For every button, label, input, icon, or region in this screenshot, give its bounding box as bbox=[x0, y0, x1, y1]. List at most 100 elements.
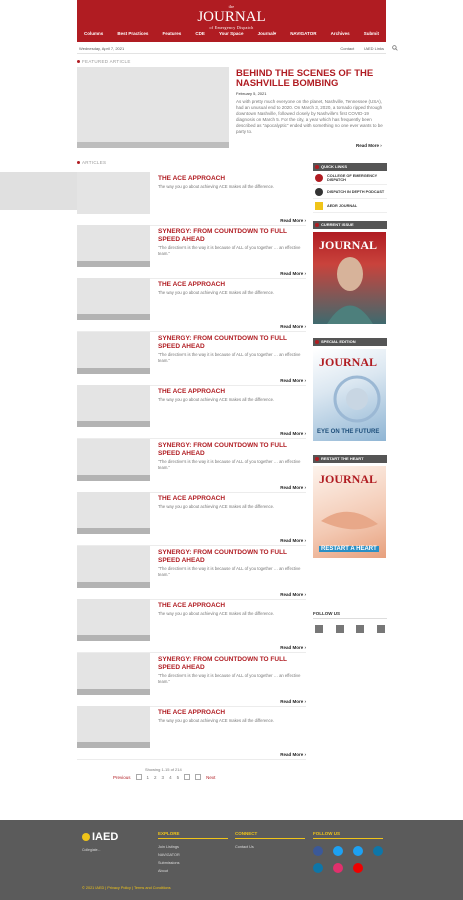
article-title[interactable]: SYNERGY: FROM COUNTDOWN TO FULL SPEED AH… bbox=[158, 335, 306, 350]
article-title[interactable]: THE ACE APPROACH bbox=[158, 709, 306, 717]
article-thumbnail[interactable] bbox=[77, 439, 150, 481]
footer-link[interactable]: Submissions bbox=[158, 859, 228, 867]
article-thumbnail[interactable] bbox=[77, 172, 150, 214]
first-page-icon[interactable] bbox=[135, 774, 142, 780]
youtube-icon[interactable] bbox=[353, 863, 363, 873]
read-more-link[interactable]: Read More › bbox=[280, 271, 306, 276]
current-issue-cover[interactable]: JOURNAL bbox=[313, 232, 386, 324]
read-more-link[interactable]: Read More › bbox=[280, 752, 306, 757]
footer-link[interactable]: About bbox=[158, 867, 228, 875]
page-link[interactable]: 1 bbox=[147, 775, 150, 780]
page-link[interactable]: 3 bbox=[162, 775, 165, 780]
article-thumbnail[interactable] bbox=[77, 278, 150, 320]
article-title[interactable]: THE ACE APPROACH bbox=[158, 388, 306, 396]
bullet-icon bbox=[77, 161, 80, 164]
search-icon[interactable] bbox=[392, 45, 398, 51]
article-thumbnail[interactable] bbox=[77, 653, 150, 695]
last-page-icon[interactable] bbox=[195, 774, 202, 780]
article-title[interactable]: SYNERGY: FROM COUNTDOWN TO FULL SPEED AH… bbox=[158, 656, 306, 671]
linkedin-icon[interactable] bbox=[373, 846, 383, 856]
twitter-icon[interactable] bbox=[333, 846, 343, 856]
article-thumbnail[interactable] bbox=[77, 492, 150, 534]
article-title[interactable]: THE ACE APPROACH bbox=[158, 175, 306, 183]
article-thumbnail[interactable] bbox=[77, 706, 150, 748]
article-excerpt: The way you go about achieving ACE makes… bbox=[158, 397, 275, 402]
journal-logo[interactable]: the JOURNAL of Emergency Dispatch bbox=[77, 4, 386, 30]
social-links bbox=[313, 625, 387, 633]
page-link[interactable]: 2 bbox=[154, 775, 157, 780]
nav-item[interactable]: Columns bbox=[84, 31, 103, 37]
article-title[interactable]: THE ACE APPROACH bbox=[158, 602, 306, 610]
article-excerpt: The way you go about achieving ACE makes… bbox=[158, 184, 275, 189]
facebook-icon[interactable] bbox=[335, 625, 344, 633]
featured-title[interactable]: BEHIND THE SCENES OF THE NASHVILLE BOMBI… bbox=[236, 69, 386, 89]
read-more-link[interactable]: Read More › bbox=[280, 592, 306, 597]
article-title[interactable]: THE ACE APPROACH bbox=[158, 281, 306, 289]
article-title[interactable]: SYNERGY: FROM COUNTDOWN TO FULL SPEED AH… bbox=[158, 549, 306, 564]
quick-link-podcast[interactable]: DISPATCH IN DEPTH PODCAST bbox=[313, 185, 387, 199]
quick-link-aedr[interactable]: AEDR JOURNAL bbox=[313, 199, 387, 213]
nav-item[interactable]: Journal▾ bbox=[258, 31, 277, 37]
nav-item[interactable]: Archives bbox=[331, 31, 350, 37]
cover-text: EYE ON THE FUTURE bbox=[317, 429, 380, 435]
facebook-icon[interactable] bbox=[313, 846, 323, 856]
article-title[interactable]: SYNERGY: FROM COUNTDOWN TO FULL SPEED AH… bbox=[158, 442, 306, 457]
article-title[interactable]: SYNERGY: FROM COUNTDOWN TO FULL SPEED AH… bbox=[158, 228, 306, 243]
nav-item[interactable]: CDE bbox=[195, 31, 205, 37]
article-title[interactable]: THE ACE APPROACH bbox=[158, 495, 306, 503]
special-edition-cover[interactable]: JOURNAL EYE ON THE FUTURE bbox=[313, 349, 386, 441]
next-page-icon[interactable] bbox=[184, 774, 191, 780]
article-excerpt: The way you go about achieving ACE makes… bbox=[158, 504, 275, 509]
read-more-link[interactable]: Read More › bbox=[280, 645, 306, 650]
footer-link[interactable]: Join Listings bbox=[158, 843, 228, 851]
linkedin-icon[interactable] bbox=[356, 625, 365, 633]
page-link[interactable]: 4 bbox=[169, 775, 172, 780]
article-thumbnail[interactable] bbox=[77, 546, 150, 588]
articles-heading-text: ARTICLES bbox=[82, 160, 107, 165]
quick-link-label: AEDR JOURNAL bbox=[327, 203, 358, 208]
nav-item[interactable]: NAVIGATOR bbox=[290, 31, 316, 37]
iaed-links-link[interactable]: IAED Links bbox=[364, 46, 384, 51]
article-item: THE ACE APPROACH The way you go about ach… bbox=[77, 599, 306, 653]
instagram-icon[interactable] bbox=[333, 863, 343, 873]
twitter-icon[interactable] bbox=[353, 846, 363, 856]
featured-image[interactable] bbox=[77, 67, 229, 148]
nav-item[interactable]: Features bbox=[163, 31, 182, 37]
next-link[interactable]: Next bbox=[206, 775, 215, 780]
flickr-icon[interactable] bbox=[313, 863, 323, 873]
iaed-logo-icon bbox=[82, 833, 90, 841]
pagination-summary: Showing 1-15 of 214 bbox=[145, 767, 182, 772]
footer-link[interactable]: Contact Us bbox=[235, 843, 305, 851]
article-item: THE ACE APPROACH The way you go about ach… bbox=[77, 706, 306, 760]
article-thumbnail[interactable] bbox=[77, 332, 150, 374]
contact-link[interactable]: Contact bbox=[340, 46, 354, 51]
restart-heart-cover[interactable]: JOURNAL RESTART A HEART bbox=[313, 466, 386, 558]
article-excerpt: The way you go about achieving ACE makes… bbox=[158, 611, 275, 616]
read-more-link[interactable]: Read More › bbox=[280, 324, 306, 329]
read-more-link[interactable]: Read More › bbox=[280, 431, 306, 436]
read-more-link[interactable]: Read More › bbox=[280, 538, 306, 543]
footer-link[interactable]: NAVIGATOR bbox=[158, 851, 228, 859]
previous-link[interactable]: Previous bbox=[113, 775, 131, 780]
read-more-link[interactable]: Read More › bbox=[280, 699, 306, 704]
aedr-icon bbox=[315, 201, 323, 210]
read-more-link[interactable]: Read More › bbox=[280, 485, 306, 490]
article-thumbnail[interactable] bbox=[77, 385, 150, 427]
footer-tagline: Collegiate... bbox=[82, 848, 101, 852]
article-thumbnail[interactable] bbox=[77, 599, 150, 641]
current-date: Wednesday, April 7, 2021 bbox=[79, 46, 125, 51]
quick-link-college[interactable]: COLLEGE OF EMERGENCY DISPATCH bbox=[313, 171, 387, 185]
twitter-icon[interactable] bbox=[376, 625, 385, 633]
nav-item[interactable]: Submit bbox=[364, 31, 379, 37]
article-thumbnail[interactable] bbox=[77, 225, 150, 267]
flickr-icon[interactable] bbox=[315, 625, 323, 633]
featured-read-more[interactable]: Read More › bbox=[356, 143, 382, 148]
page-link[interactable]: 5 bbox=[177, 775, 180, 780]
nav-item[interactable]: Your Space bbox=[219, 31, 243, 37]
read-more-link[interactable]: Read More › bbox=[280, 218, 306, 223]
nav-item[interactable]: Best Practices bbox=[117, 31, 148, 37]
current-issue-heading: CURRENT ISSUE bbox=[313, 221, 387, 229]
read-more-link[interactable]: Read More › bbox=[280, 378, 306, 383]
iaed-logo[interactable]: IAED bbox=[82, 831, 118, 843]
footer-explore: EXPLORE Join Listings NAVIGATOR Submissi… bbox=[158, 831, 228, 875]
